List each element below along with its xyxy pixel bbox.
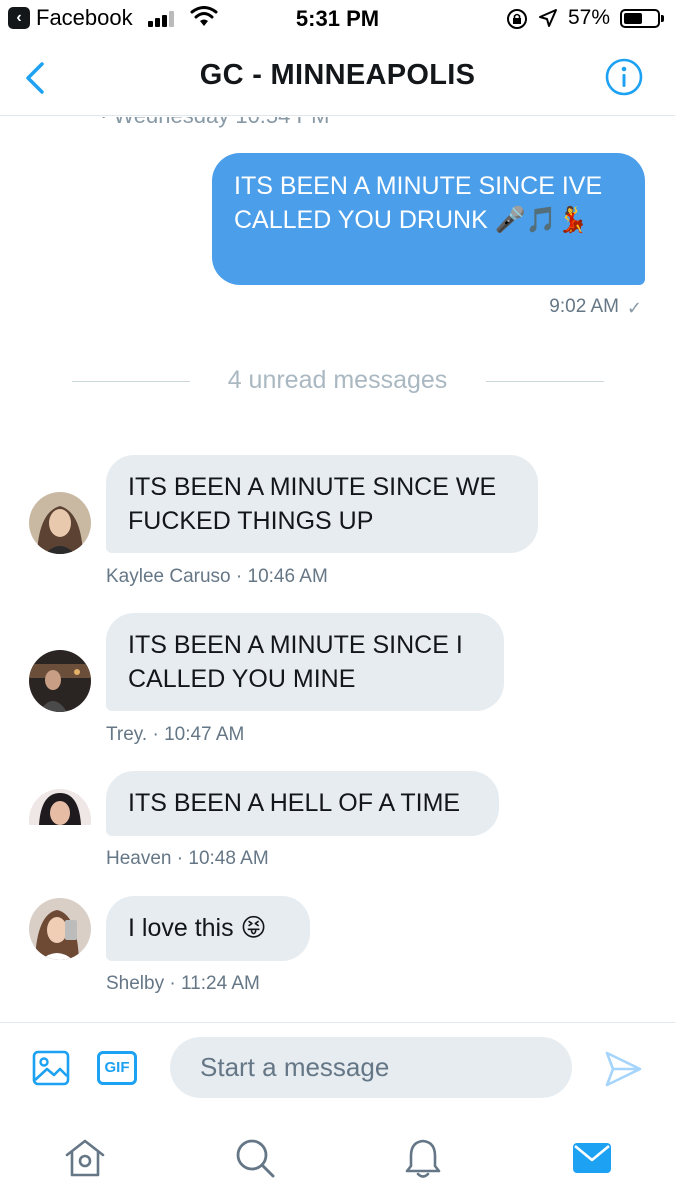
sender-name[interactable]: Kaylee Caruso xyxy=(106,566,231,587)
battery-percent: 57% xyxy=(568,6,611,29)
message-meta: Trey. · 10:47 AM xyxy=(106,724,245,745)
incoming-message-bubble[interactable]: ITS BEEN A MINUTE SINCE WE FUCKED THINGS… xyxy=(106,455,538,553)
send-icon[interactable] xyxy=(602,1048,644,1090)
search-icon[interactable] xyxy=(233,1136,277,1180)
message-time: 10:47 AM xyxy=(164,724,245,745)
message-meta: Kaylee Caruso · 10:46 AM xyxy=(106,566,328,587)
image-icon[interactable] xyxy=(32,1049,70,1087)
outgoing-message-bubble[interactable]: ITS BEEN A MINUTE SINCE IVE CALLED YOU D… xyxy=(212,153,645,285)
info-icon[interactable] xyxy=(604,57,644,97)
message-time: 10:48 AM xyxy=(188,848,269,869)
avatar[interactable] xyxy=(29,898,91,960)
sent-check-icon: ✓ xyxy=(626,298,642,318)
message-input[interactable] xyxy=(170,1037,572,1098)
message-meta: Shelby · 11:24 AM xyxy=(106,973,260,994)
location-icon xyxy=(539,9,557,27)
notifications-icon[interactable] xyxy=(401,1136,445,1180)
message-composer: GIF xyxy=(0,1022,675,1112)
conversation-title[interactable]: GC - MINNEAPOLIS xyxy=(0,59,675,92)
incoming-message-bubble[interactable]: ITS BEEN A HELL OF A TIME xyxy=(106,771,499,836)
avatar[interactable] xyxy=(29,492,91,554)
sender-name[interactable]: Shelby xyxy=(106,973,164,994)
avatar[interactable] xyxy=(29,650,91,712)
status-bar: ‹ Facebook 5:31 PM 57% xyxy=(0,0,675,40)
tab-bar xyxy=(0,1112,675,1200)
previous-message-meta: · Wednesday 10:54 PM xyxy=(100,117,330,129)
sender-name[interactable]: Heaven xyxy=(106,848,172,869)
outgoing-message-time: 9:02 AM xyxy=(549,296,619,317)
incoming-message-bubble[interactable]: ITS BEEN A MINUTE SINCE I CALLED YOU MIN… xyxy=(106,613,504,711)
gif-button[interactable]: GIF xyxy=(97,1051,137,1085)
incoming-message-bubble[interactable]: I love this 😝 xyxy=(106,896,310,961)
rotation-lock-icon xyxy=(507,9,527,29)
messages-icon[interactable] xyxy=(570,1136,614,1180)
avatar[interactable] xyxy=(29,789,91,825)
sender-name[interactable]: Trey. xyxy=(106,724,147,745)
conversation-header: GC - MINNEAPOLIS xyxy=(0,40,675,116)
home-icon[interactable] xyxy=(63,1136,107,1180)
message-thread[interactable]: · Wednesday 10:54 PM ITS BEEN A MINUTE S… xyxy=(0,117,675,1022)
battery-tip xyxy=(661,15,664,22)
message-time: 11:24 AM xyxy=(181,973,260,994)
message-meta: Heaven · 10:48 AM xyxy=(106,848,269,869)
battery-icon xyxy=(620,9,660,28)
unread-divider: 4 unread messages xyxy=(0,362,675,402)
message-time: 10:46 AM xyxy=(247,566,328,587)
